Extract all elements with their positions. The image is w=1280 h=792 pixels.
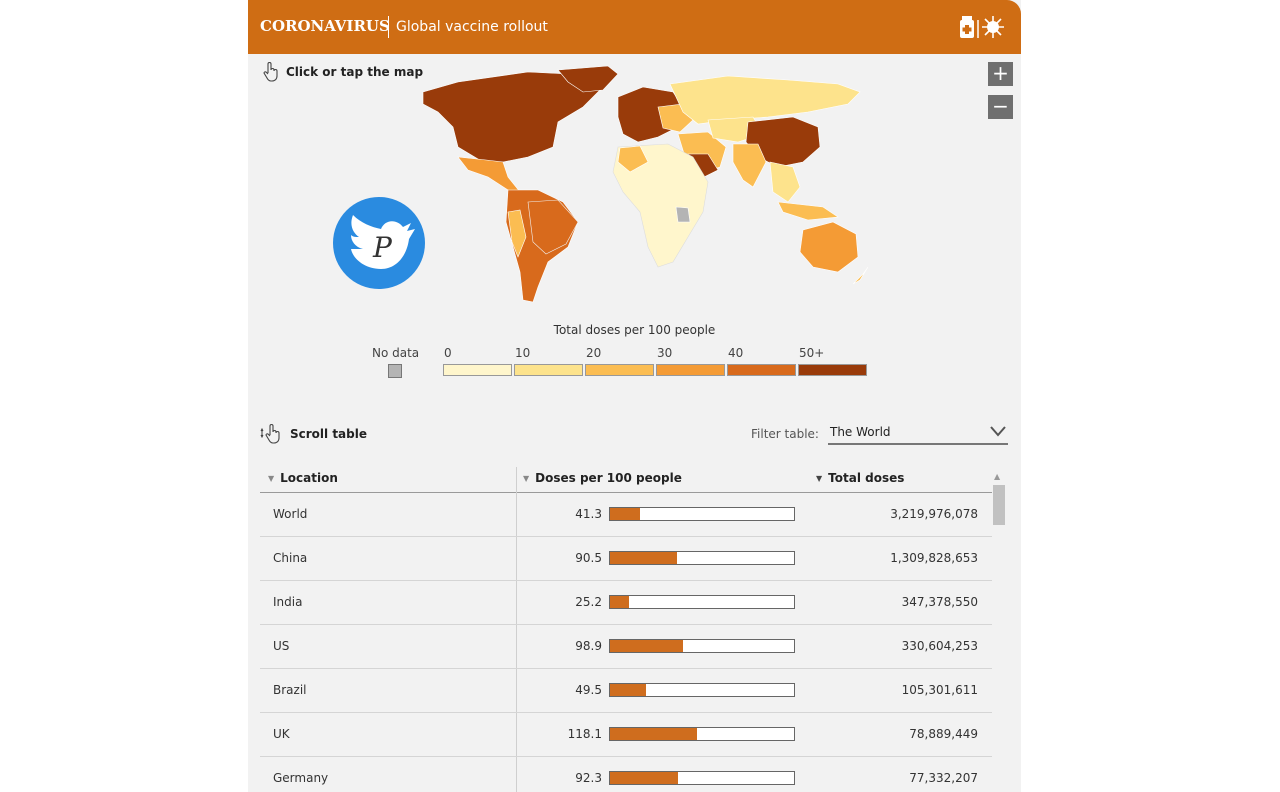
column-header-label: Location (280, 471, 338, 485)
legend-title: Total doses per 100 people (553, 323, 716, 337)
cell-total: 347,378,550 (901, 595, 978, 609)
column-header-total[interactable]: ▼ Total doses (816, 471, 904, 485)
map-hint: Click or tap the map (262, 62, 423, 82)
map-region-indonesia (777, 201, 839, 221)
cell-total: 77,332,207 (909, 771, 978, 785)
legend-swatch (514, 364, 583, 376)
table-row[interactable]: US 98.9 330,604,253 (260, 625, 992, 669)
doses-bar (609, 639, 795, 653)
cell-total: 105,301,611 (901, 683, 978, 697)
table-row[interactable]: World 41.3 3,219,976,078 (260, 493, 992, 537)
column-header-label: Total doses (828, 471, 905, 485)
cell-location: World (273, 507, 308, 521)
map-region-central-america (457, 156, 521, 193)
vaccine-virus-icon (960, 16, 1004, 38)
doses-bar-fill (610, 640, 683, 652)
cell-location: Brazil (273, 683, 307, 697)
world-map[interactable] (408, 62, 868, 307)
zoom-out-button[interactable]: − (988, 95, 1013, 119)
sort-down-icon: ▼ (268, 473, 275, 483)
doses-bar-fill (610, 596, 629, 608)
cell-doses: 90.5 (575, 551, 602, 565)
doses-bar-fill (610, 684, 647, 696)
legend-swatch (443, 364, 512, 376)
header-bar: CORONAVIRUS Global vaccine rollout (248, 0, 1021, 54)
legend-no-data-label: No data (372, 346, 420, 360)
cell-total: 330,604,253 (901, 639, 978, 653)
map-region-no-data (675, 206, 691, 223)
filter-table-select[interactable]: The World (828, 421, 1008, 445)
cell-location: Germany (273, 771, 329, 785)
doses-bar-fill (610, 728, 697, 740)
doses-bar (609, 595, 795, 609)
scroll-up-arrow-icon[interactable]: ▲ (994, 472, 1000, 481)
table-row[interactable]: Germany 92.3 77,332,207 (260, 757, 992, 792)
scroll-hand-icon (260, 424, 280, 444)
legend-tick: 50+ (799, 346, 825, 360)
sort-down-icon: ▼ (523, 473, 530, 483)
column-header-location[interactable]: ▼ Location (268, 471, 338, 485)
column-header-doses[interactable]: ▼ Doses per 100 people (523, 471, 682, 485)
map-region-australia (799, 221, 859, 273)
table-row[interactable]: Brazil 49.5 105,301,611 (260, 669, 992, 713)
table-row[interactable]: India 25.2 347,378,550 (260, 581, 992, 625)
cell-location: US (273, 639, 290, 653)
zoom-in-button[interactable]: + (988, 62, 1013, 86)
vaccine-rollout-widget: CORONAVIRUS Global vaccine rollout Click… (248, 0, 1021, 792)
svg-text:P: P (372, 231, 393, 264)
legend-tick: 30 (657, 346, 673, 360)
cell-location: India (273, 595, 303, 609)
doses-bar-fill (610, 508, 641, 520)
chevron-down-icon (990, 426, 1006, 437)
cell-total: 1,309,828,653 (890, 551, 978, 565)
page-subtitle: Global vaccine rollout (396, 19, 548, 35)
twitter-p-logo: P (333, 197, 425, 289)
cell-doses: 118.1 (567, 727, 602, 741)
legend-swatch (585, 364, 654, 376)
cell-location: China (273, 551, 308, 565)
cell-doses: 41.3 (575, 507, 602, 521)
map-hint-text: Click or tap the map (286, 65, 424, 79)
cell-doses: 25.2 (575, 595, 602, 609)
filter-selected-value: The World (830, 425, 891, 439)
brand-title: CORONAVIRUS (260, 17, 390, 35)
legend-swatch (656, 364, 725, 376)
map-region-india (732, 143, 767, 188)
legend-no-data-swatch (388, 364, 402, 378)
legend-tick: 20 (586, 346, 602, 360)
doses-bar-fill (610, 772, 678, 784)
scroll-table-text: Scroll table (290, 427, 367, 441)
cell-total: 3,219,976,078 (890, 507, 978, 521)
map-region-southeast-asia (769, 161, 801, 203)
map-region-new-zealand (852, 266, 868, 285)
doses-bar (609, 683, 795, 697)
doses-bar-fill (610, 552, 677, 564)
column-header-label: Doses per 100 people (535, 471, 682, 485)
map-region-russia (669, 75, 861, 125)
cell-doses: 49.5 (575, 683, 602, 697)
scroll-table-hint: Scroll table (260, 423, 367, 445)
hand-pointer-icon (263, 62, 278, 82)
table-body: World 41.3 3,219,976,078 China 90.5 1,30… (260, 493, 992, 792)
table-row[interactable]: UK 118.1 78,889,449 (260, 713, 992, 757)
doses-bar (609, 771, 795, 785)
table-row[interactable]: China 90.5 1,309,828,653 (260, 537, 992, 581)
header-divider (388, 16, 389, 38)
legend-swatch (798, 364, 867, 376)
cell-location: UK (273, 727, 290, 741)
doses-bar (609, 727, 795, 741)
legend-tick: 40 (728, 346, 744, 360)
filter-label: Filter table: (751, 427, 819, 441)
legend-tick: 10 (515, 346, 531, 360)
legend-swatch (727, 364, 796, 376)
cell-doses: 98.9 (575, 639, 602, 653)
cell-total: 78,889,449 (909, 727, 978, 741)
sort-down-icon: ▼ (816, 473, 823, 483)
legend-tick: 0 (444, 346, 452, 360)
table-scrollbar-thumb[interactable] (993, 485, 1005, 525)
doses-bar (609, 551, 795, 565)
doses-bar (609, 507, 795, 521)
cell-doses: 92.3 (575, 771, 602, 785)
